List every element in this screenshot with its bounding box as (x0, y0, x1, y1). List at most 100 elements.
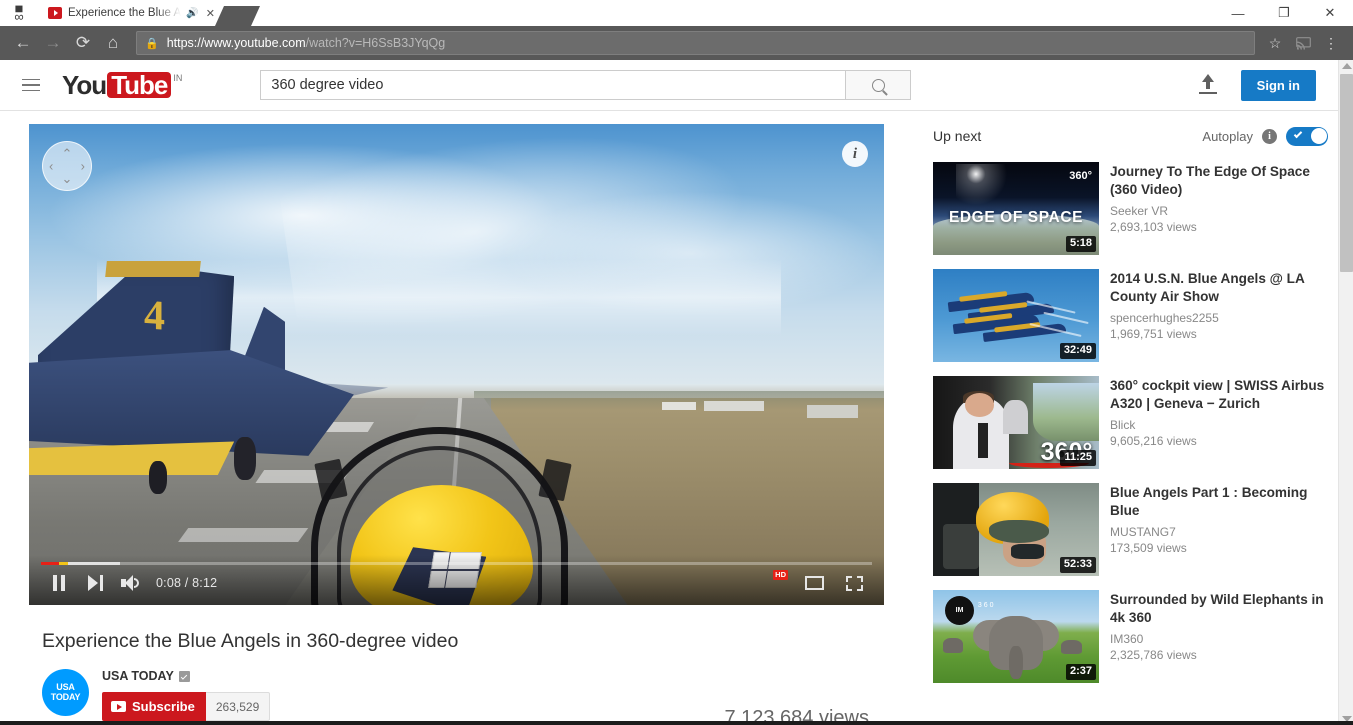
page-title: Experience the Blue Angels in 360-degree… (42, 630, 459, 652)
list-item[interactable]: IM 360 2:37 Surrounded by Wild Elephants… (933, 590, 1328, 683)
autoplay-control: Autoplay i (1202, 126, 1328, 146)
list-item[interactable]: 360° 11:25 360° cockpit view | SWISS Air… (933, 376, 1328, 469)
page-scrollbar[interactable] (1338, 60, 1353, 725)
owner-info: USA TODAY Subscribe 263,529 (102, 669, 271, 722)
search-area (260, 70, 912, 100)
search-input[interactable] (260, 70, 846, 100)
tab-strip: Experience the Blue A 🔊 ✕ (38, 0, 1215, 26)
logo-tube-text: Tube (107, 72, 172, 98)
scroll-up-arrow-icon[interactable] (1342, 63, 1352, 69)
list-item[interactable]: 52:33 Blue Angels Part 1 : Becoming Blue… (933, 483, 1328, 576)
browser-tab-active[interactable]: Experience the Blue A 🔊 ✕ (38, 0, 223, 26)
video-player[interactable]: 4 ⌃ ⌄ ‹ › i 0:08 / 8:12 HD (29, 124, 884, 605)
upload-icon[interactable] (1197, 74, 1219, 96)
avatar[interactable]: USA TODAY (42, 669, 89, 717)
home-button[interactable]: ⌂ (98, 28, 128, 58)
theater-mode-button[interactable] (796, 568, 832, 598)
time-display: 0:08 / 8:12 (156, 576, 218, 590)
progress-played (41, 562, 60, 565)
video-channel: Seeker VR (1110, 204, 1169, 219)
pan-up-icon[interactable]: ⌃ (62, 147, 73, 160)
progress-bar[interactable] (41, 562, 872, 565)
chrome-menu-icon[interactable]: ⋮ (1317, 29, 1345, 57)
info-icon[interactable]: i (842, 141, 868, 167)
autoplay-label: Autoplay (1202, 128, 1253, 144)
list-item-text: 360° cockpit view | SWISS Airbus A320 | … (1110, 376, 1328, 469)
cast-icon[interactable] (1289, 29, 1317, 57)
taskbar (0, 721, 1353, 725)
video-thumbnail[interactable]: EDGE OF SPACE 360° 5:18 (933, 162, 1099, 255)
tab-audio-icon[interactable]: 🔊 (186, 8, 198, 19)
bookmark-star-icon[interactable]: ☆ (1261, 29, 1289, 57)
video-channel: Blick (1110, 418, 1136, 433)
duration-badge: 11:25 (1060, 450, 1096, 466)
list-item-text: 2014 U.S.N. Blue Angels @ LA County Air … (1110, 269, 1328, 362)
duration-badge: 5:18 (1065, 236, 1096, 252)
pan-down-icon[interactable]: ⌄ (62, 172, 73, 185)
subscribe-button[interactable]: Subscribe (102, 692, 206, 722)
list-item[interactable]: 32:49 2014 U.S.N. Blue Angels @ LA Count… (933, 269, 1328, 362)
tab-title: Experience the Blue A (68, 7, 182, 19)
forward-button[interactable]: → (38, 28, 68, 58)
next-icon (87, 575, 103, 591)
sign-in-button[interactable]: Sign in (1240, 69, 1316, 101)
tab-close-icon[interactable]: ✕ (204, 7, 217, 20)
toggle-knob (1310, 128, 1327, 144)
autoplay-info-icon[interactable]: i (1262, 128, 1277, 144)
video-frame: 4 (29, 124, 884, 605)
url-base: https://www.youtube.com (166, 36, 306, 50)
new-tab-button[interactable] (215, 6, 260, 26)
youtube-logo[interactable]: You Tube IN (62, 72, 182, 98)
pan-left-icon[interactable]: ‹ (49, 160, 53, 173)
channel-name-row[interactable]: USA TODAY (102, 669, 270, 683)
pan-right-icon[interactable]: › (81, 160, 85, 173)
browser-window: ▅ ∞ Experience the Blue A 🔊 ✕ — ❐ ✕ ← → … (0, 0, 1353, 725)
address-bar[interactable]: 🔒 https://www.youtube.com/watch?v=H6SsB3… (136, 31, 1255, 55)
logo-you-text: You (62, 70, 107, 100)
fullscreen-button[interactable] (836, 568, 872, 598)
guide-menu-icon[interactable] (22, 78, 48, 92)
masthead-right-controls: Sign in (1197, 69, 1316, 101)
video-channel: spencerhughes2255 (1110, 311, 1219, 326)
owner-row: USA TODAY USA TODAY Subscribe 263,529 7,… (42, 669, 884, 725)
duration-badge: 2:37 (1065, 664, 1096, 680)
video-views: 173,509 views (1110, 541, 1187, 556)
subscribe-label: Subscribe (132, 699, 195, 715)
video-thumbnail[interactable]: IM 360 2:37 (933, 590, 1099, 683)
search-button[interactable] (845, 70, 912, 100)
list-item-text: Journey To The Edge Of Space (360 Video)… (1110, 162, 1328, 255)
list-item[interactable]: EDGE OF SPACE 360° 5:18 Journey To The E… (933, 162, 1328, 255)
theater-icon (804, 576, 824, 590)
window-minimize-button[interactable]: — (1215, 0, 1261, 26)
pause-button[interactable] (41, 568, 77, 598)
settings-button[interactable]: HD (756, 568, 792, 598)
badge-360-icon: 360° (1069, 170, 1092, 182)
browser-toolbar: ← → ⟳ ⌂ 🔒 https://www.youtube.com/watch?… (0, 26, 1353, 60)
video-title: 2014 U.S.N. Blue Angels @ LA County Air … (1110, 271, 1305, 305)
autoplay-toggle[interactable] (1286, 126, 1328, 146)
up-next-label: Up next (933, 128, 982, 144)
scrollbar-thumb[interactable] (1340, 74, 1353, 272)
pan-control-pad[interactable]: ⌃ ⌄ ‹ › (42, 141, 92, 191)
window-close-button[interactable]: ✕ (1307, 0, 1353, 26)
window-maximize-button[interactable]: ❐ (1261, 0, 1307, 26)
page-content: 4 ⌃ ⌄ ‹ › i 0:08 / 8:12 HD Experience th… (0, 111, 1338, 725)
logo-country-code: IN (173, 73, 183, 83)
video-views: 9,605,216 views (1110, 434, 1197, 449)
back-button[interactable]: ← (8, 28, 38, 58)
thumbnail-label: IM (944, 595, 975, 626)
secondary-column: Up next Autoplay i EDGE OF SPACE 360° 5:… (933, 124, 1328, 721)
youtube-play-icon (111, 701, 126, 713)
settings-icon: HD (763, 570, 788, 593)
reload-button[interactable]: ⟳ (68, 28, 98, 58)
fullscreen-icon (845, 575, 863, 591)
player-controls: 0:08 / 8:12 HD (29, 555, 884, 605)
video-thumbnail[interactable]: 52:33 (933, 483, 1099, 576)
page-viewport: You Tube IN Sign in (0, 60, 1353, 725)
video-meta: Experience the Blue Angels in 360-degree… (29, 605, 884, 725)
url-path: /watch?v=H6SsB3JYqQg (305, 36, 446, 50)
video-thumbnail[interactable]: 32:49 (933, 269, 1099, 362)
volume-button[interactable] (113, 568, 149, 598)
video-thumbnail[interactable]: 360° 11:25 (933, 376, 1099, 469)
next-video-button[interactable] (77, 568, 113, 598)
